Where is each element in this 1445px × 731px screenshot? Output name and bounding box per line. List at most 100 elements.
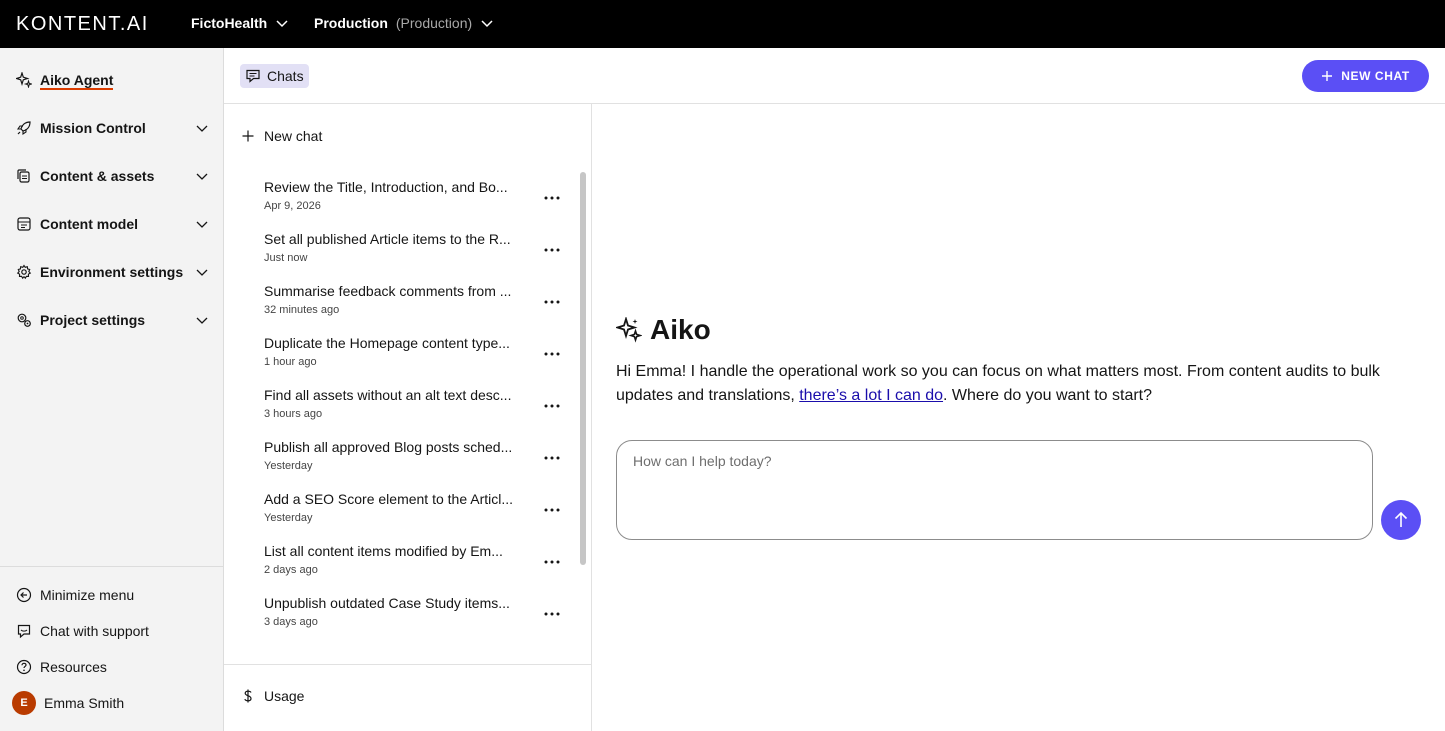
- chat-timestamp: Yesterday: [264, 512, 313, 524]
- nav-item-label: Content model: [40, 216, 138, 232]
- user-menu-button[interactable]: E Emma Smith: [12, 691, 125, 715]
- list-item[interactable]: List all content items modified by Em...…: [264, 542, 564, 586]
- page-title: Aiko: [616, 314, 711, 346]
- chevron-down-icon: [196, 221, 208, 228]
- resources-label: Resources: [40, 659, 107, 675]
- minimize-menu-label: Minimize menu: [40, 587, 135, 603]
- chevron-down-icon: [196, 125, 208, 132]
- more-options-icon[interactable]: [540, 240, 564, 260]
- list-item[interactable]: Review the Title, Introduction, and Bo..…: [264, 178, 564, 222]
- more-options-icon[interactable]: [540, 604, 564, 624]
- chat-title: Find all assets without an alt text desc…: [264, 387, 512, 403]
- chat-timestamp: 1 hour ago: [264, 356, 317, 368]
- chat-title: Review the Title, Introduction, and Bo..…: [264, 179, 508, 195]
- panel-divider: [224, 664, 591, 665]
- more-options-icon[interactable]: [540, 292, 564, 312]
- dollar-icon: [244, 689, 252, 703]
- environment-type: (Production): [395, 15, 473, 31]
- environment-switcher[interactable]: Production (Production): [314, 15, 494, 31]
- list-item[interactable]: Add a SEO Score element to the Articl...…: [264, 490, 564, 534]
- list-item[interactable]: Summarise feedback comments from ... 32 …: [264, 282, 564, 326]
- chat-title: Unpublish outdated Case Study items...: [264, 595, 510, 611]
- active-indicator: [40, 88, 113, 90]
- minimize-menu-button[interactable]: Minimize menu: [16, 584, 134, 606]
- help-circle-icon: [16, 659, 32, 675]
- gear-icon: [16, 264, 32, 280]
- resources-button[interactable]: Resources: [16, 656, 107, 678]
- more-options-icon[interactable]: [540, 448, 564, 468]
- chat-with-support-button[interactable]: Chat with support: [16, 620, 149, 642]
- tab-chats[interactable]: Chats: [240, 64, 309, 88]
- chat-title: Add a SEO Score element to the Articl...: [264, 491, 514, 507]
- chat-timestamp: 2 days ago: [264, 564, 318, 576]
- nav-item-label: Mission Control: [40, 120, 146, 136]
- chevron-down-icon: [196, 269, 208, 276]
- chat-title: Duplicate the Homepage content type...: [264, 335, 510, 351]
- chat-timestamp: 32 minutes ago: [264, 304, 340, 316]
- chat-with-support-label: Chat with support: [40, 623, 149, 639]
- chevron-down-icon: [276, 20, 288, 28]
- nav-divider: [0, 566, 223, 567]
- sub-header: Chats NEW CHAT: [224, 48, 1445, 104]
- chat-title: Set all published Article items to the R…: [264, 231, 511, 247]
- project-name: FictoHealth: [191, 15, 268, 31]
- usage-link[interactable]: Usage: [240, 688, 304, 704]
- environment-name: Production: [314, 15, 388, 31]
- prompt-input[interactable]: [616, 440, 1373, 540]
- nav-item-label: Environment settings: [40, 264, 184, 280]
- list-item[interactable]: Publish all approved Blog posts sched...…: [264, 438, 564, 482]
- chat-timestamp: Apr 9, 2026: [264, 200, 321, 212]
- nav-item-project-settings[interactable]: Project settings: [16, 308, 210, 332]
- nav-item-content-model[interactable]: Content model: [16, 212, 210, 236]
- more-options-icon[interactable]: [540, 344, 564, 364]
- gears-icon: [16, 312, 32, 328]
- new-chat-link[interactable]: New chat: [240, 128, 322, 144]
- send-button[interactable]: [1381, 500, 1421, 540]
- project-switcher[interactable]: FictoHealth: [191, 15, 289, 31]
- sparkle-icon: [16, 72, 32, 88]
- more-options-icon[interactable]: [540, 396, 564, 416]
- more-options-icon[interactable]: [540, 500, 564, 520]
- intro-text-end: . Where do you want to start?: [943, 387, 1153, 404]
- top-bar: KONTENT.AI FictoHealth Production (Produ…: [0, 0, 1445, 48]
- new-chat-button[interactable]: NEW CHAT: [1302, 60, 1429, 92]
- more-options-icon[interactable]: [540, 552, 564, 572]
- kontent-logo[interactable]: KONTENT.AI: [16, 13, 149, 36]
- nav-item-label: Aiko Agent: [40, 72, 114, 88]
- user-name: Emma Smith: [44, 695, 125, 711]
- plus-icon: [242, 130, 254, 142]
- nav-item-environment-settings[interactable]: Environment settings: [16, 260, 210, 284]
- chat-title: Summarise feedback comments from ...: [264, 283, 512, 299]
- scrollbar-thumb[interactable]: [580, 172, 586, 565]
- arrow-up-icon: [1394, 511, 1408, 527]
- chevron-down-icon: [196, 317, 208, 324]
- new-chat-label: New chat: [264, 128, 323, 144]
- nav-item-label: Content & assets: [40, 168, 155, 184]
- list-item[interactable]: Set all published Article items to the R…: [264, 230, 564, 274]
- sparkle-icon: [616, 317, 642, 343]
- tab-chats-label: Chats: [267, 68, 304, 84]
- nav-item-content-assets[interactable]: Content & assets: [16, 164, 210, 188]
- capabilities-link[interactable]: there’s a lot I can do: [799, 387, 943, 404]
- chat-title: List all content items modified by Em...: [264, 543, 503, 559]
- chats-icon: [246, 69, 260, 83]
- chat-timestamp: Yesterday: [264, 460, 313, 472]
- files-icon: [16, 168, 32, 184]
- intro-text: Hi Emma! I handle the operational work s…: [616, 360, 1416, 408]
- nav-item-label: Project settings: [40, 312, 146, 328]
- new-chat-button-label: NEW CHAT: [1341, 69, 1410, 83]
- chat-support-icon: [16, 623, 32, 639]
- chevron-down-icon: [481, 20, 493, 28]
- page-title-text: Aiko: [650, 314, 711, 345]
- chevron-down-icon: [196, 173, 208, 180]
- list-item[interactable]: Duplicate the Homepage content type... 1…: [264, 334, 564, 378]
- chat-list-panel: New chat Review the Title, Introduction,…: [224, 104, 592, 731]
- list-item[interactable]: Find all assets without an alt text desc…: [264, 386, 564, 430]
- left-navigation: Aiko Agent Mission Control Content & ass…: [0, 48, 224, 731]
- list-item[interactable]: Unpublish outdated Case Study items... 3…: [264, 594, 564, 638]
- chat-title: Publish all approved Blog posts sched...: [264, 439, 513, 455]
- nav-item-mission-control[interactable]: Mission Control: [16, 116, 210, 140]
- chat-timestamp: 3 hours ago: [264, 408, 323, 420]
- more-options-icon[interactable]: [540, 188, 564, 208]
- chat-timestamp: 3 days ago: [264, 616, 318, 628]
